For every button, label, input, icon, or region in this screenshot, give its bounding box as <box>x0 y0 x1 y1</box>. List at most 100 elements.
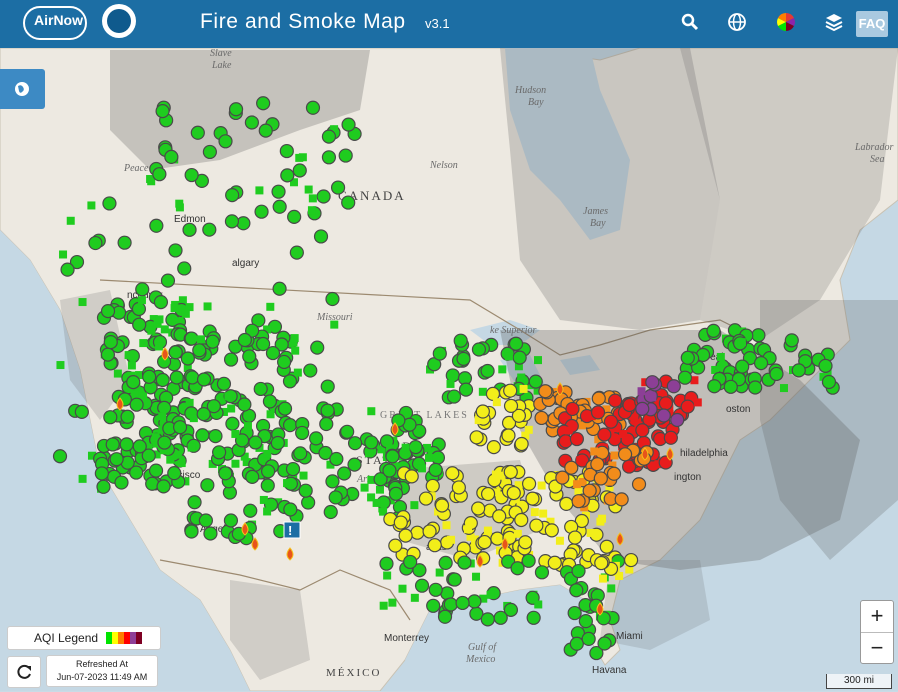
monitor-marker[interactable] <box>751 328 766 343</box>
monitor-marker[interactable] <box>195 428 210 443</box>
sensor-marker[interactable] <box>610 451 619 460</box>
monitor-marker[interactable] <box>103 335 118 350</box>
monitor-marker[interactable] <box>120 409 135 424</box>
monitor-marker[interactable] <box>180 351 195 366</box>
monitor-marker[interactable] <box>126 375 141 390</box>
monitor-marker[interactable] <box>216 376 232 391</box>
monitor-marker[interactable] <box>330 180 346 195</box>
sensor-marker[interactable] <box>372 498 381 507</box>
monitor-marker[interactable] <box>295 425 310 441</box>
monitor-marker[interactable] <box>622 397 637 413</box>
sensor-marker[interactable] <box>295 153 304 162</box>
monitor-marker[interactable] <box>182 222 197 237</box>
smoke-map[interactable]: Slave Lake Hudson Bay James Bay Labrador… <box>0 48 898 691</box>
sensor-marker[interactable] <box>124 351 133 360</box>
sensor-marker[interactable] <box>227 404 236 413</box>
monitor-marker[interactable] <box>258 123 273 138</box>
monitor-marker[interactable] <box>114 475 129 490</box>
sensor-marker[interactable] <box>178 296 187 305</box>
monitor-marker[interactable] <box>670 412 685 428</box>
sensor-marker[interactable] <box>401 443 410 452</box>
monitor-marker[interactable] <box>117 235 132 250</box>
monitor-marker[interactable] <box>578 614 593 629</box>
sensor-marker[interactable] <box>513 529 522 538</box>
sensor-marker[interactable] <box>564 426 573 435</box>
sensor-marker[interactable] <box>533 356 542 365</box>
monitor-marker[interactable] <box>569 583 584 598</box>
monitor-marker[interactable] <box>538 384 553 399</box>
monitor-marker[interactable] <box>225 188 240 203</box>
monitor-marker[interactable] <box>208 429 223 444</box>
monitor-marker[interactable] <box>534 565 550 580</box>
monitor-marker[interactable] <box>328 490 343 505</box>
monitor-marker[interactable] <box>571 494 586 509</box>
monitor-marker[interactable] <box>597 427 612 442</box>
monitor-marker[interactable] <box>469 430 484 445</box>
monitor-marker[interactable] <box>105 437 120 452</box>
monitor-marker[interactable] <box>289 245 304 260</box>
sensor-marker[interactable] <box>619 430 628 439</box>
sensor-marker[interactable] <box>537 481 546 490</box>
monitor-marker[interactable] <box>614 492 629 507</box>
sensor-marker[interactable] <box>598 574 607 583</box>
monitor-marker[interactable] <box>287 209 302 224</box>
sensor-marker[interactable] <box>598 514 607 523</box>
monitor-marker[interactable] <box>60 262 75 277</box>
monitor-marker[interactable] <box>148 463 164 478</box>
monitor-marker[interactable] <box>196 372 212 387</box>
globe-icon[interactable] <box>725 10 749 34</box>
monitor-marker[interactable] <box>155 104 170 119</box>
monitor-marker[interactable] <box>245 469 260 484</box>
sensor-marker[interactable] <box>266 302 275 311</box>
sensor-marker[interactable] <box>435 568 444 577</box>
monitor-marker[interactable] <box>723 379 738 394</box>
monitor-marker[interactable] <box>748 380 763 395</box>
sensor-marker[interactable] <box>478 387 487 396</box>
monitor-marker[interactable] <box>190 125 205 140</box>
monitor-marker[interactable] <box>534 410 549 426</box>
monitor-marker[interactable] <box>493 610 508 625</box>
sensor-marker[interactable] <box>590 447 599 456</box>
monitor-marker[interactable] <box>167 466 182 481</box>
sensor-marker[interactable] <box>410 501 419 510</box>
monitor-marker[interactable] <box>447 572 462 587</box>
monitor-marker[interactable] <box>153 295 169 310</box>
monitor-marker[interactable] <box>160 273 176 288</box>
monitor-marker[interactable] <box>265 345 281 361</box>
monitor-marker[interactable] <box>443 597 458 612</box>
monitor-marker[interactable] <box>282 418 298 433</box>
monitor-marker[interactable] <box>567 605 582 621</box>
monitor-marker[interactable] <box>96 479 111 494</box>
sensor-marker[interactable] <box>519 384 528 393</box>
monitor-marker[interactable] <box>305 100 321 115</box>
monitor-marker[interactable] <box>521 553 536 568</box>
monitor-marker[interactable] <box>503 383 518 398</box>
monitor-marker[interactable] <box>514 436 529 452</box>
monitor-marker[interactable] <box>564 460 579 475</box>
sensor-marker[interactable] <box>446 379 455 388</box>
sensor-marker[interactable] <box>716 352 725 361</box>
monitor-marker[interactable] <box>414 578 430 593</box>
monitor-marker[interactable] <box>285 461 301 477</box>
monitor-marker[interactable] <box>453 333 468 348</box>
monitor-marker[interactable] <box>329 451 344 467</box>
monitor-marker[interactable] <box>480 486 496 502</box>
monitor-marker[interactable] <box>184 524 199 539</box>
sensor-marker[interactable] <box>530 508 539 517</box>
sensor-marker[interactable] <box>307 206 316 215</box>
sensor-marker[interactable] <box>78 298 87 307</box>
monitor-marker[interactable] <box>784 333 799 348</box>
monitor-marker[interactable] <box>155 372 170 388</box>
sensor-marker[interactable] <box>410 593 419 602</box>
monitor-marker[interactable] <box>680 350 695 365</box>
monitor-marker[interactable] <box>192 343 207 358</box>
sensor-marker[interactable] <box>398 584 407 593</box>
monitor-marker[interactable] <box>316 189 331 204</box>
monitor-marker[interactable] <box>103 410 118 425</box>
sensor-marker[interactable] <box>147 326 156 335</box>
monitor-marker[interactable] <box>818 358 833 373</box>
monitor-marker[interactable] <box>623 552 639 568</box>
monitor-marker[interactable] <box>236 216 251 231</box>
monitor-marker[interactable] <box>303 363 318 378</box>
sensor-marker[interactable] <box>255 186 264 195</box>
